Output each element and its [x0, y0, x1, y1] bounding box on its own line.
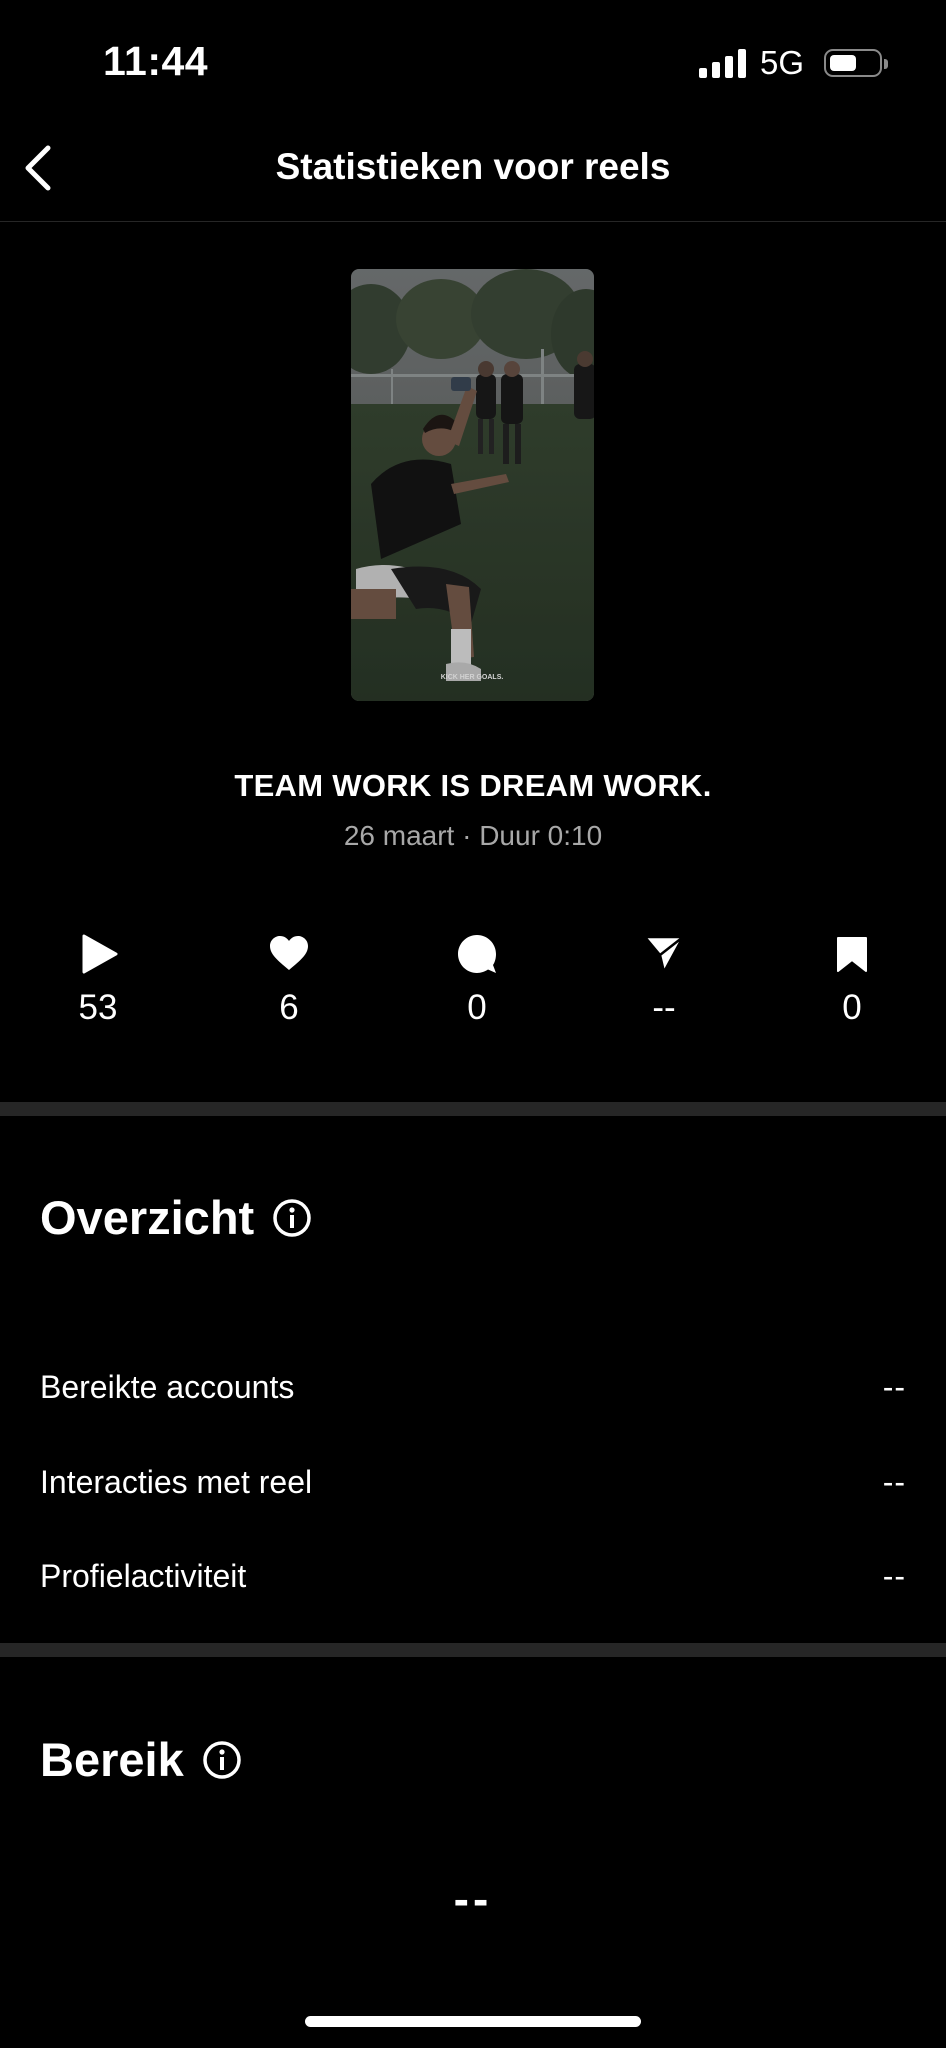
metric-label: Bereikte accounts [40, 1368, 295, 1405]
info-icon[interactable] [202, 1740, 242, 1780]
reel-preview-image: KICK HER GOALS. [351, 269, 594, 701]
reach-title: Bereik [40, 1733, 184, 1786]
stat-comments-value: 0 [467, 988, 487, 1027]
overview-heading: Overzicht [40, 1190, 312, 1245]
play-icon [38, 930, 158, 978]
heart-icon [229, 930, 349, 978]
home-indicator[interactable] [305, 2016, 641, 2027]
page-title: Statistieken voor reels [275, 146, 671, 187]
header-divider [0, 221, 946, 222]
reach-value: -- [453, 1873, 493, 1925]
metric-row-reel-interactions[interactable]: Interacties met reel -- [40, 1457, 906, 1507]
section-divider [0, 1102, 946, 1116]
stat-comments: 0 [417, 930, 537, 1028]
overview-title: Overzicht [40, 1191, 255, 1244]
stat-saves: 0 [792, 930, 912, 1028]
metric-value: -- [882, 1557, 906, 1594]
reel-title: TEAM WORK IS DREAM WORK. [234, 768, 712, 803]
stat-plays: 53 [38, 930, 158, 1028]
metric-row-accounts-reached[interactable]: Bereikte accounts -- [40, 1362, 906, 1412]
signal-icon [698, 48, 746, 78]
stat-likes-value: 6 [279, 988, 299, 1027]
save-icon [792, 930, 912, 978]
stat-likes: 6 [229, 930, 349, 1028]
battery-icon [824, 49, 888, 77]
stat-plays-value: 53 [78, 988, 118, 1027]
status-indicators: 5G [698, 44, 888, 82]
stat-shares: -- [604, 930, 724, 1028]
comment-icon [417, 930, 537, 978]
reel-thumbnail[interactable]: KICK HER GOALS. [351, 269, 594, 701]
network-type: 5G [759, 44, 804, 81]
stat-shares-value: -- [652, 988, 676, 1027]
reach-heading: Bereik [40, 1732, 242, 1787]
stat-saves-value: 0 [842, 988, 862, 1027]
metric-label: Profielactiviteit [40, 1557, 247, 1594]
info-icon[interactable] [272, 1198, 312, 1238]
share-icon [604, 930, 724, 978]
metric-value: -- [882, 1368, 906, 1405]
metric-label: Interacties met reel [40, 1463, 313, 1500]
metric-row-profile-activity[interactable]: Profielactiviteit -- [40, 1551, 906, 1601]
status-time: 11:44 [103, 38, 209, 84]
section-divider [0, 1643, 946, 1657]
metric-value: -- [882, 1463, 906, 1500]
reel-meta: 26 maart · Duur 0:10 [343, 820, 603, 851]
